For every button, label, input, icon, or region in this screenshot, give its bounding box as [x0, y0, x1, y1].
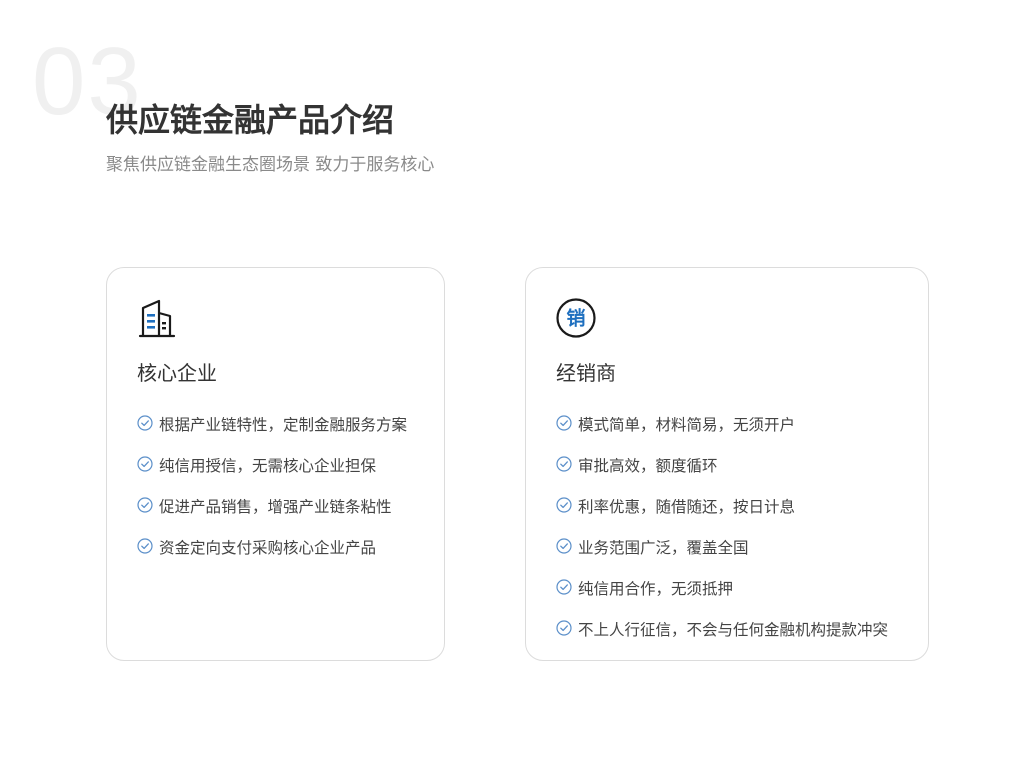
card-title: 经销商 [556, 361, 616, 385]
check-circle-icon [556, 414, 572, 431]
list-item: 审批高效，额度循环 [556, 445, 888, 486]
check-circle-icon [137, 496, 153, 513]
feature-text: 促进产品销售，增强产业链条粘性 [159, 497, 392, 516]
check-circle-icon [137, 537, 153, 554]
list-item: 利率优惠，随借随还，按日计息 [556, 486, 888, 527]
building-icon [137, 298, 177, 338]
feature-text: 纯信用合作，无须抵押 [578, 579, 734, 598]
page: 03 供应链金融产品介绍 聚焦供应链金融生态圈场景 致力于服务核心 核心企业 根… [0, 0, 1021, 760]
feature-text: 业务范围广泛，覆盖全国 [578, 538, 749, 557]
feature-text: 不上人行征信，不会与任何金融机构提款冲突 [578, 620, 889, 639]
list-item: 不上人行征信，不会与任何金融机构提款冲突 [556, 609, 888, 650]
check-circle-icon [137, 455, 153, 472]
check-circle-icon [556, 537, 572, 554]
feature-text: 利率优惠，随借随还，按日计息 [578, 497, 796, 516]
feature-text: 资金定向支付采购核心企业产品 [159, 538, 377, 557]
core-enterprise-card: 核心企业 根据产业链特性，定制金融服务方案 纯信用授信，无需核心企业担保 促进产… [106, 267, 445, 661]
check-circle-icon [556, 455, 572, 472]
check-circle-icon [556, 578, 572, 595]
feature-list: 模式简单，材料简易，无须开户 审批高效，额度循环 利率优惠，随借随还，按日计息 [556, 404, 888, 650]
feature-text: 模式简单，材料简易，无须开户 [578, 415, 796, 434]
list-item: 业务范围广泛，覆盖全国 [556, 527, 888, 568]
list-item: 促进产品销售，增强产业链条粘性 [137, 486, 407, 527]
check-circle-icon [556, 496, 572, 513]
distributor-card: 销 经销商 模式简单，材料简易，无须开户 审批高效，额度循环 利率优惠，随借随还… [525, 267, 929, 661]
feature-text: 审批高效，额度循环 [578, 456, 718, 475]
list-item: 纯信用合作，无须抵押 [556, 568, 888, 609]
card-title: 核心企业 [137, 361, 217, 385]
badge-char: 销 [566, 307, 585, 330]
list-item: 根据产业链特性，定制金融服务方案 [137, 404, 407, 445]
page-title: 供应链金融产品介绍 [106, 101, 395, 139]
sales-badge-icon: 销 [556, 298, 596, 338]
feature-text: 纯信用授信，无需核心企业担保 [159, 456, 377, 475]
list-item: 模式简单，材料简易，无须开户 [556, 404, 888, 445]
feature-list: 根据产业链特性，定制金融服务方案 纯信用授信，无需核心企业担保 促进产品销售，增… [137, 404, 407, 568]
feature-text: 根据产业链特性，定制金融服务方案 [159, 415, 408, 434]
list-item: 纯信用授信，无需核心企业担保 [137, 445, 407, 486]
check-circle-icon [137, 414, 153, 431]
check-circle-icon [556, 619, 572, 636]
page-subtitle: 聚焦供应链金融生态圈场景 致力于服务核心 [106, 155, 435, 175]
list-item: 资金定向支付采购核心企业产品 [137, 527, 407, 568]
